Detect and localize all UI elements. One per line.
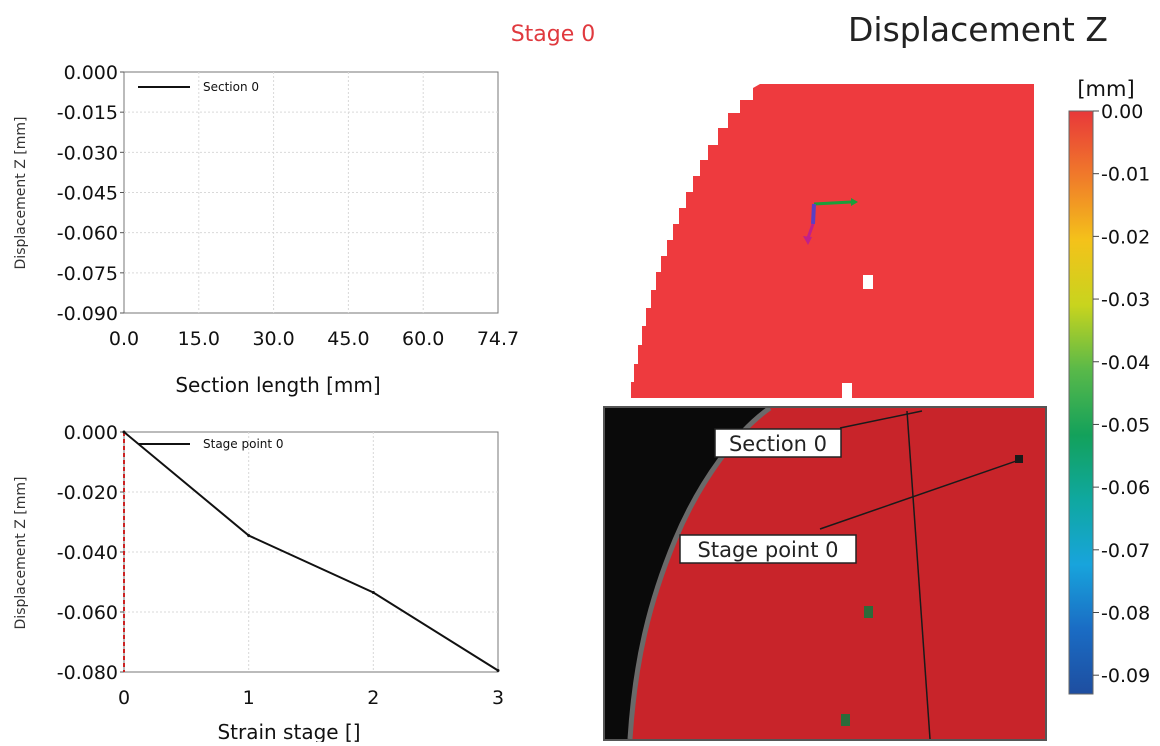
- colorbar-unit: [mm]: [1077, 77, 1134, 101]
- legend-label-section-0: Section 0: [203, 80, 259, 94]
- colorbar-tick-label: -0.09: [1101, 665, 1150, 687]
- colorbar-tick-label: 0.00: [1101, 101, 1143, 123]
- colorbar-gradient: [1068, 110, 1094, 695]
- x-tick-label: 0.0: [109, 328, 139, 350]
- y-tick-label: -0.075: [57, 263, 118, 285]
- colorbar-tick-label: -0.08: [1101, 603, 1150, 625]
- x-axis-label: Section length [mm]: [175, 373, 380, 397]
- surface-displacement-map: [629, 84, 1034, 398]
- colorbar-tick-label: -0.06: [1101, 477, 1150, 499]
- colorbar-tick-label: -0.03: [1101, 289, 1150, 311]
- y-tick-labels: 0.000 -0.015 -0.030 -0.045 -0.060 -0.075 -0.09…: [57, 62, 124, 325]
- y-tick-label: 0.000: [64, 422, 118, 444]
- y-tick-label: -0.040: [57, 542, 118, 564]
- x-tick-label: 74.7: [477, 328, 519, 350]
- stage-point-marker: [1015, 455, 1023, 463]
- y-tick-label: -0.015: [57, 102, 118, 124]
- displacement-analysis-view: Stage 0 Displacement Z 0.000 -0.015 -0.030…: [0, 0, 1160, 744]
- data-point: [247, 534, 251, 537]
- colorbar: [mm] 0.00 -0.01 -0.02 -0.03 -0.04 -0.05 -0.06 -…: [1068, 77, 1150, 695]
- y-tick-label: -0.090: [57, 303, 118, 325]
- x-tick-labels: 0.0 15.0 30.0 45.0 60.0 74.7: [109, 328, 519, 350]
- figure-title: Displacement Z: [848, 10, 1108, 49]
- section-callout-label: Section 0: [729, 432, 827, 456]
- section-profile-chart: 0.000 -0.015 -0.030 -0.045 -0.060 -0.075 -0.09…: [13, 62, 519, 397]
- x-tick-label: 45.0: [327, 328, 369, 350]
- colorbar-tick-label: -0.04: [1101, 352, 1150, 374]
- stage-history-chart: 0.000 -0.020 -0.040 -0.060 -0.080 0 1 2 3 Stage…: [13, 422, 504, 744]
- x-tick-label: 15.0: [178, 328, 220, 350]
- surface-hole: [863, 275, 873, 289]
- stage-label: Stage 0: [511, 22, 596, 47]
- colorbar-tick-label: -0.01: [1101, 164, 1150, 186]
- y-tick-label: -0.020: [57, 482, 118, 504]
- y-tick-label: -0.060: [57, 602, 118, 624]
- y-tick-labels: 0.000 -0.020 -0.040 -0.060 -0.080: [57, 422, 124, 684]
- data-point: [496, 669, 500, 672]
- y-tick-label: -0.080: [57, 662, 118, 684]
- y-tick-label: -0.045: [57, 183, 118, 205]
- data-point: [371, 591, 375, 594]
- surface-region: [629, 84, 1034, 398]
- surface-hole: [842, 383, 852, 398]
- x-tick-labels: 0 1 2 3: [118, 687, 504, 709]
- y-tick-label: -0.060: [57, 223, 118, 245]
- camera-image-overlay: Section 0 Stage point 0: [603, 406, 1047, 741]
- stage-point-callout-label: Stage point 0: [698, 538, 839, 562]
- colorbar-tick-label: -0.07: [1101, 540, 1150, 562]
- y-tick-label: -0.030: [57, 142, 118, 164]
- colorbar-tick-label: -0.05: [1101, 414, 1150, 436]
- x-axis-label: Strain stage []: [217, 720, 360, 742]
- x-tick-label: 2: [367, 687, 379, 709]
- y-tick-label: 0.000: [64, 62, 118, 84]
- data-point: [122, 430, 126, 434]
- x-tick-label: 60.0: [402, 328, 444, 350]
- photo-marker: [864, 606, 873, 618]
- y-axis-label: Displacement Z [mm]: [13, 477, 29, 630]
- photo-marker: [841, 714, 850, 726]
- y-axis-label: Displacement Z [mm]: [13, 117, 29, 270]
- colorbar-tick-labels: 0.00 -0.01 -0.02 -0.03 -0.04 -0.05 -0.06 -0.07 -…: [1093, 101, 1150, 687]
- colorbar-tick-label: -0.02: [1101, 226, 1150, 248]
- x-tick-label: 3: [492, 687, 504, 709]
- x-tick-label: 0: [118, 687, 130, 709]
- x-tick-label: 30.0: [252, 328, 294, 350]
- legend-label-stage-point-0: Stage point 0: [203, 437, 284, 451]
- figure-canvas: Stage 0 Displacement Z 0.000-0.015-0.030…: [13, 10, 1150, 744]
- x-tick-label: 1: [243, 687, 255, 709]
